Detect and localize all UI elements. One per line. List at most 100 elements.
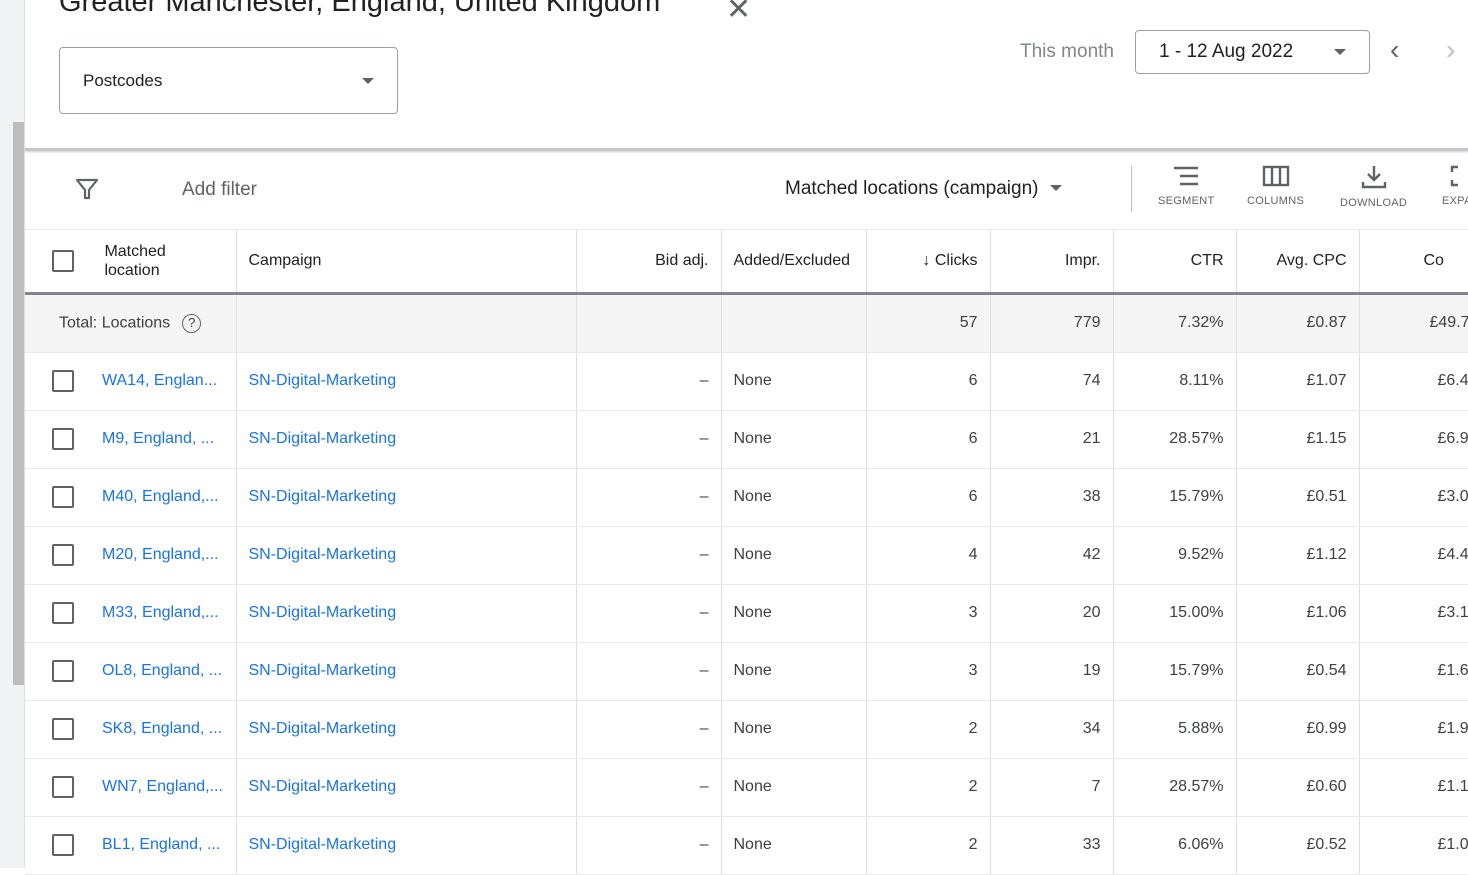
filter-icon[interactable] bbox=[75, 177, 99, 201]
column-header-cost[interactable]: Co bbox=[1359, 230, 1468, 295]
location-type-value: Postcodes bbox=[83, 70, 163, 90]
table-row: M33, England,... SN-Digital-Marketing – Non… bbox=[25, 584, 1468, 643]
download-label: DOWNLOAD bbox=[1340, 197, 1408, 209]
clicks-cell: 2 bbox=[866, 816, 991, 875]
impr-cell: 21 bbox=[990, 410, 1114, 469]
ctr-cell: 5.88% bbox=[1113, 700, 1237, 759]
added-excluded-cell: None bbox=[721, 758, 867, 817]
view-select-label: Matched locations (campaign) bbox=[785, 178, 1039, 199]
row-checkbox[interactable] bbox=[52, 718, 74, 740]
table-toolbar: Add filter Matched locations (campaign) … bbox=[25, 151, 1468, 230]
previous-period-button[interactable]: ‹ bbox=[1390, 34, 1399, 66]
clicks-cell: 3 bbox=[866, 642, 991, 701]
location-link[interactable]: WN7, England,... bbox=[102, 778, 223, 795]
avg-cpc-cell: £0.52 bbox=[1236, 816, 1360, 875]
impr-cell: 19 bbox=[990, 642, 1114, 701]
date-range-picker[interactable]: 1 - 12 Aug 2022 bbox=[1135, 30, 1370, 74]
total-cost: £49.7 bbox=[1359, 293, 1468, 353]
impr-cell: 34 bbox=[990, 700, 1114, 759]
campaign-link[interactable]: SN-Digital-Marketing bbox=[249, 372, 397, 389]
expand-button[interactable]: EXPAND bbox=[1442, 165, 1468, 207]
bid-adj-cell: – bbox=[576, 700, 722, 759]
table-row: M40, England,... SN-Digital-Marketing – Non… bbox=[25, 468, 1468, 527]
row-checkbox[interactable] bbox=[52, 370, 74, 392]
location-link[interactable]: BL1, England, ... bbox=[102, 836, 220, 853]
column-header-campaign[interactable]: Campaign bbox=[236, 230, 577, 295]
cost-cell: £3.1 bbox=[1359, 584, 1468, 643]
header-label: Clicks bbox=[934, 251, 978, 269]
header-label: Matched location bbox=[104, 242, 166, 279]
ctr-cell: 8.11% bbox=[1113, 352, 1237, 411]
view-select[interactable]: Matched locations (campaign) bbox=[785, 178, 1062, 200]
columns-icon bbox=[1262, 165, 1289, 187]
campaign-link[interactable]: SN-Digital-Marketing bbox=[249, 836, 397, 853]
date-range-value: 1 - 12 Aug 2022 bbox=[1159, 41, 1294, 62]
added-excluded-cell: None bbox=[721, 700, 867, 759]
impr-cell: 74 bbox=[990, 352, 1114, 411]
campaign-link[interactable]: SN-Digital-Marketing bbox=[249, 546, 397, 563]
clicks-cell: 4 bbox=[866, 526, 991, 585]
cost-cell: £4.4 bbox=[1359, 526, 1468, 585]
expand-icon bbox=[1450, 165, 1458, 187]
location-link[interactable]: M20, England,... bbox=[102, 546, 219, 563]
clicks-cell: 2 bbox=[866, 758, 991, 817]
row-checkbox[interactable] bbox=[52, 602, 74, 624]
download-icon bbox=[1361, 166, 1386, 189]
locations-table: Matched location Campaign Bid adj. Added… bbox=[25, 230, 1468, 875]
campaign-link[interactable]: SN-Digital-Marketing bbox=[249, 778, 397, 795]
column-header-ctr[interactable]: CTR bbox=[1113, 230, 1237, 295]
avg-cpc-cell: £1.06 bbox=[1236, 584, 1360, 643]
avg-cpc-cell: £1.12 bbox=[1236, 526, 1360, 585]
row-checkbox[interactable] bbox=[52, 776, 74, 798]
campaign-link[interactable]: SN-Digital-Marketing bbox=[249, 430, 397, 447]
row-checkbox[interactable] bbox=[52, 428, 74, 450]
location-link[interactable]: M33, England,... bbox=[102, 604, 219, 621]
segment-button[interactable]: SEGMENT bbox=[1158, 165, 1215, 207]
avg-cpc-cell: £1.07 bbox=[1236, 352, 1360, 411]
cost-cell: £6.4 bbox=[1359, 352, 1468, 411]
added-excluded-cell: None bbox=[721, 584, 867, 643]
location-type-select[interactable]: Postcodes bbox=[59, 47, 398, 114]
campaign-link[interactable]: SN-Digital-Marketing bbox=[249, 662, 397, 679]
select-all-checkbox[interactable] bbox=[52, 249, 74, 272]
add-filter-button[interactable]: Add filter bbox=[182, 179, 257, 201]
cost-cell: £6.9 bbox=[1359, 410, 1468, 469]
column-header-bid-adj[interactable]: Bid adj. bbox=[576, 230, 722, 295]
location-link[interactable]: WA14, Englan... bbox=[102, 372, 217, 389]
location-link[interactable]: M9, England, ... bbox=[102, 430, 214, 447]
cost-cell: £1.1 bbox=[1359, 758, 1468, 817]
close-icon[interactable]: ✕ bbox=[726, 0, 751, 27]
expand-label: EXPAND bbox=[1442, 195, 1468, 207]
arrow-down-icon: ↓ bbox=[922, 251, 931, 269]
help-icon[interactable]: ? bbox=[182, 313, 202, 333]
campaign-link[interactable]: SN-Digital-Marketing bbox=[249, 488, 397, 505]
column-header-clicks[interactable]: ↓ Clicks bbox=[866, 230, 991, 295]
bid-adj-cell: – bbox=[576, 468, 722, 527]
row-checkbox[interactable] bbox=[52, 486, 74, 508]
row-checkbox[interactable] bbox=[52, 660, 74, 682]
ctr-cell: 9.52% bbox=[1113, 526, 1237, 585]
location-link[interactable]: SK8, England, ... bbox=[102, 720, 222, 737]
column-header-location[interactable]: Matched location bbox=[25, 230, 237, 295]
avg-cpc-cell: £0.51 bbox=[1236, 468, 1360, 527]
ctr-cell: 6.06% bbox=[1113, 816, 1237, 875]
download-button[interactable]: DOWNLOAD bbox=[1340, 165, 1407, 209]
column-header-avg-cpc[interactable]: Avg. CPC bbox=[1236, 230, 1360, 295]
column-header-impr[interactable]: Impr. bbox=[990, 230, 1114, 295]
location-link[interactable]: M40, England,... bbox=[102, 488, 219, 505]
column-header-added-excluded[interactable]: Added/Excluded bbox=[721, 230, 867, 295]
columns-button[interactable]: COLUMNS bbox=[1247, 165, 1304, 207]
impr-cell: 33 bbox=[990, 816, 1114, 875]
row-checkbox[interactable] bbox=[52, 834, 74, 856]
row-checkbox[interactable] bbox=[52, 544, 74, 566]
next-period-button[interactable]: › bbox=[1446, 34, 1455, 66]
campaign-link[interactable]: SN-Digital-Marketing bbox=[249, 604, 397, 621]
scrollbar[interactable] bbox=[13, 122, 24, 685]
cost-cell: £1.0 bbox=[1359, 816, 1468, 875]
cost-cell: £1.6 bbox=[1359, 642, 1468, 701]
bid-adj-cell: – bbox=[576, 410, 722, 469]
location-link[interactable]: OL8, England, ... bbox=[102, 662, 222, 679]
campaign-link[interactable]: SN-Digital-Marketing bbox=[249, 720, 397, 737]
cost-cell: £3.0 bbox=[1359, 468, 1468, 527]
clicks-cell: 6 bbox=[866, 352, 991, 411]
